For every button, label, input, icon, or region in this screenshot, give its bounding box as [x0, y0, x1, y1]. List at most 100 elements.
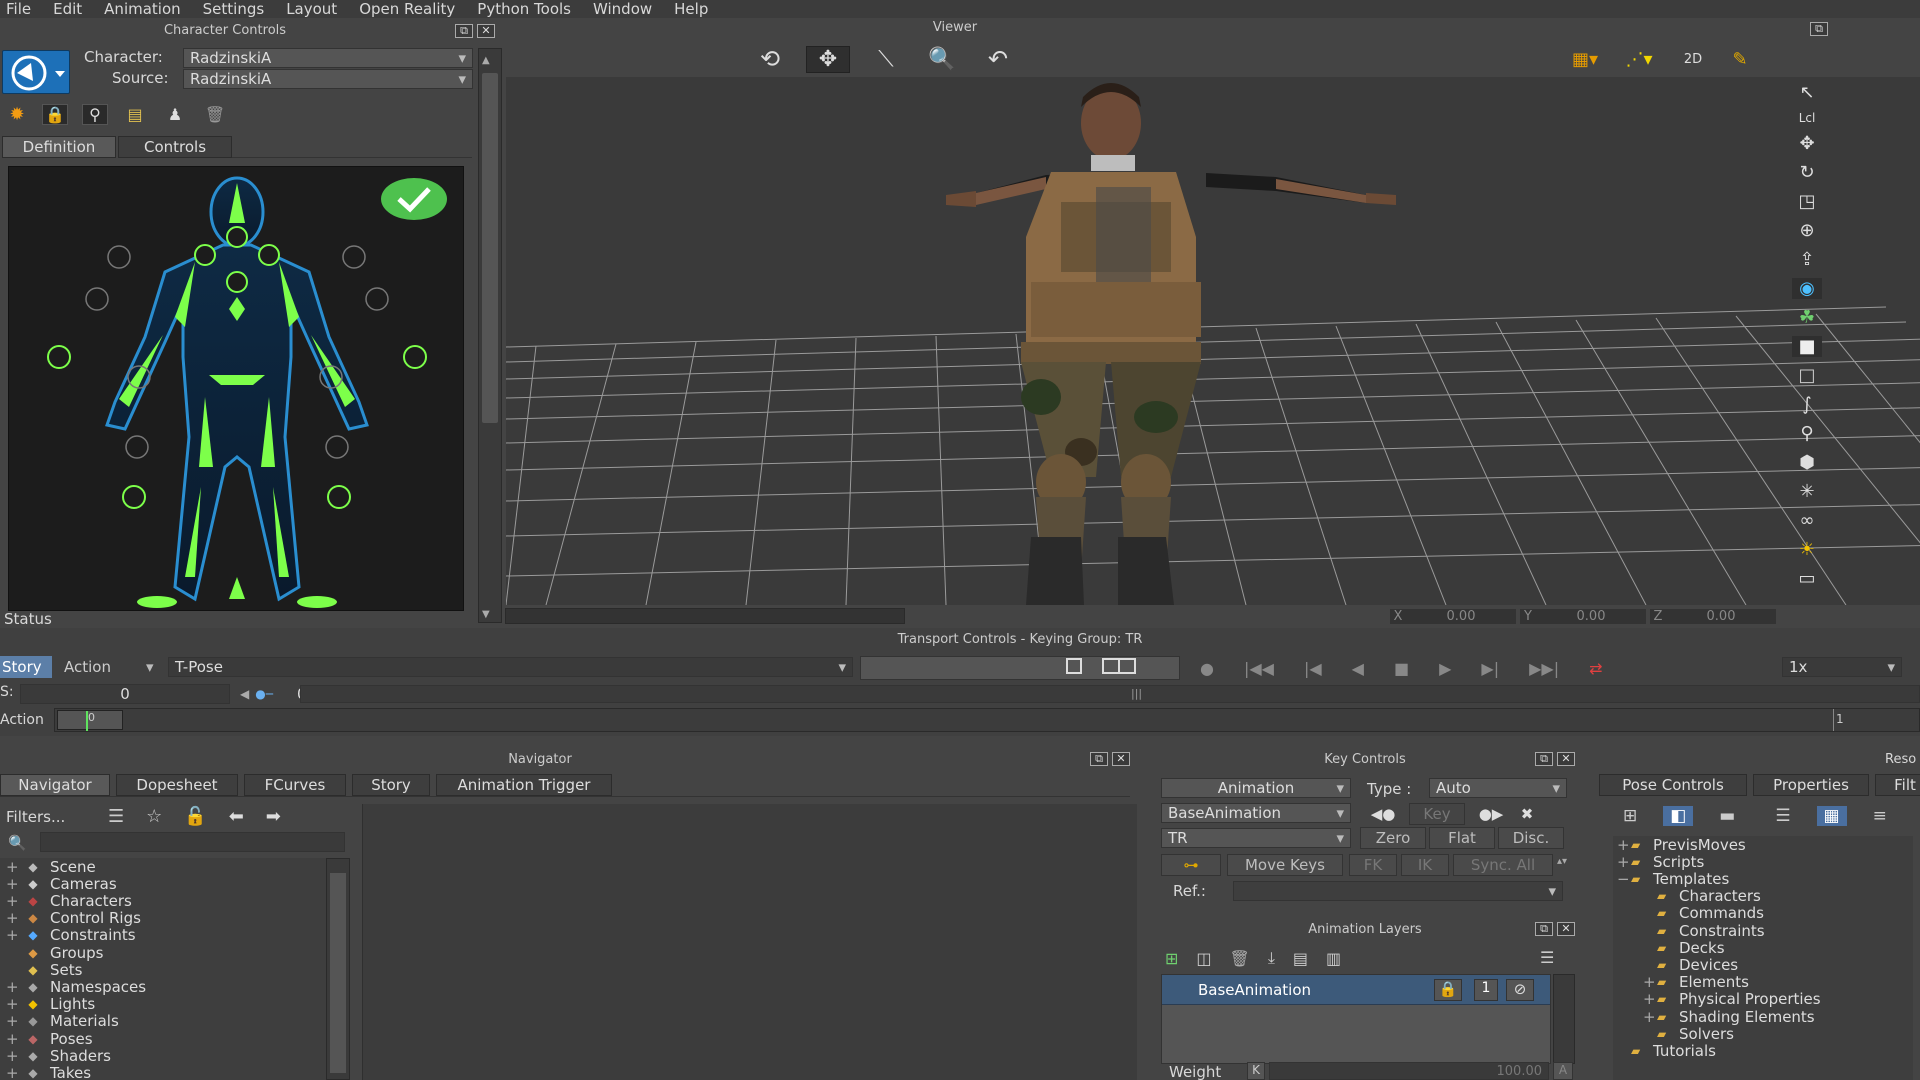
tab-navigator[interactable]: Navigator: [0, 774, 110, 796]
menu-layout[interactable]: Layout: [286, 0, 337, 18]
resource-tree-item[interactable]: ▰ Characters: [1613, 887, 1761, 905]
resource-tree-item[interactable]: ▰ Tutorials: [1613, 1042, 1716, 1060]
menu-settings[interactable]: Settings: [203, 0, 265, 18]
navigator-tree-item[interactable]: ◆ Sets: [0, 961, 82, 979]
resource-tree-item[interactable]: ▰ Constraints: [1613, 922, 1765, 940]
horizontal-view-icon[interactable]: ▬: [1719, 806, 1735, 826]
key-lock-icon[interactable]: ⊶: [1161, 854, 1221, 876]
keying-group-dropdown[interactable]: TR: [1161, 828, 1351, 848]
navigator-tree-item[interactable]: + ◆ Constraints: [0, 926, 136, 944]
character-dropdown[interactable]: RadzinskiA: [183, 48, 473, 68]
play-icon[interactable]: ▶: [1439, 659, 1451, 678]
delete-layer-icon[interactable]: 🗑: [1230, 949, 1250, 968]
record-icon[interactable]: ●: [1200, 659, 1214, 678]
navigator-detail-pane[interactable]: [362, 804, 1137, 1080]
menu-window[interactable]: Window: [593, 0, 652, 18]
resource-tree-item[interactable]: + ▰ Physical Properties: [1613, 990, 1821, 1008]
tab-pose-controls[interactable]: Pose Controls: [1599, 774, 1747, 796]
layer-row-base[interactable]: BaseAnimation 🔒 1 ⊘: [1162, 975, 1550, 1005]
figure-icon[interactable]: ♟: [162, 105, 188, 124]
source-dropdown[interactable]: RadzinskiA: [183, 69, 473, 89]
roll-icon[interactable]: ↶: [978, 45, 1018, 73]
navigator-tree-item[interactable]: + ◆ Control Rigs: [0, 909, 141, 927]
trash-icon[interactable]: 🗑: [202, 105, 228, 124]
camera-view-icon[interactable]: ◉: [1792, 278, 1822, 299]
viewer-float-icon[interactable]: ⧉: [1810, 22, 1828, 36]
expand-icon[interactable]: +: [6, 1047, 22, 1065]
menu-animation[interactable]: Animation: [104, 0, 180, 18]
time-marker[interactable]: 0: [57, 710, 123, 731]
resource-tree-item[interactable]: + ▰ Elements: [1613, 973, 1749, 991]
lock-icon[interactable]: 🔒: [42, 103, 68, 125]
resource-tree-item[interactable]: + ▰ Scripts: [1613, 853, 1704, 871]
resource-tree-item[interactable]: ▰ Commands: [1613, 904, 1764, 922]
expand-icon[interactable]: +: [6, 978, 22, 996]
folder-icon[interactable]: ▤: [122, 105, 148, 124]
tab-animation-trigger[interactable]: Animation Trigger: [436, 774, 612, 796]
zoom-icon[interactable]: 🔍: [922, 47, 962, 72]
take-dropdown[interactable]: T-Pose: [168, 657, 853, 677]
expand-icon[interactable]: +: [1617, 853, 1631, 871]
navigator-tree-item[interactable]: + ◆ Takes: [0, 1064, 91, 1080]
layer-dropdown[interactable]: BaseAnimation: [1161, 803, 1351, 823]
prev-key-button[interactable]: ◀●: [1363, 805, 1403, 823]
next-key-icon[interactable]: ▶|: [1481, 659, 1499, 678]
list-icon[interactable]: ☰: [108, 806, 124, 827]
sync-all-button[interactable]: Sync. All: [1453, 854, 1553, 876]
grid-view-icon[interactable]: ▦: [1816, 806, 1847, 826]
single-view-icon[interactable]: [1066, 658, 1082, 674]
nav-float-icon[interactable]: ⧉: [1090, 752, 1108, 766]
flat-button[interactable]: Flat: [1429, 827, 1495, 849]
layers-float-icon[interactable]: ⧉: [1535, 922, 1553, 936]
dolly-icon[interactable]: ⟍: [866, 47, 906, 72]
orbit-icon[interactable]: ⟲: [750, 45, 790, 73]
character-menu-button[interactable]: [2, 50, 70, 94]
layer-mute-icon[interactable]: ⊘: [1506, 979, 1534, 1001]
next-key-button[interactable]: ●▶: [1471, 805, 1511, 823]
key-float-icon[interactable]: ⧉: [1535, 752, 1553, 766]
speed-dropdown[interactable]: 1x: [1782, 657, 1902, 677]
story-button[interactable]: Story: [0, 656, 52, 678]
expand-icon[interactable]: +: [6, 995, 22, 1013]
expand-icon[interactable]: −: [1617, 870, 1631, 888]
move-keys-button[interactable]: Move Keys: [1227, 854, 1343, 876]
path-icon[interactable]: ⋰▾: [1619, 49, 1659, 70]
nav-close-icon[interactable]: ✕: [1112, 752, 1130, 766]
resource-tree-item[interactable]: + ▰ PrevisMoves: [1613, 836, 1746, 854]
pick-icon[interactable]: ☘: [1799, 307, 1815, 328]
dual-view-icon[interactable]: [1102, 658, 1136, 674]
expand-icon[interactable]: +: [6, 1030, 22, 1048]
character-scrollbar[interactable]: ▲ ▼: [478, 48, 502, 623]
key-close-icon[interactable]: ✕: [1557, 752, 1575, 766]
animation-mode-dropdown[interactable]: Animation: [1161, 778, 1351, 798]
expand-icon[interactable]: +: [6, 875, 22, 893]
navigator-tree-item[interactable]: + ◆ Characters: [0, 892, 132, 910]
navigator-tree-item[interactable]: + ◆ Lights: [0, 995, 95, 1013]
expand-icon[interactable]: +: [6, 858, 22, 876]
export-icon[interactable]: ⇪: [1799, 249, 1814, 270]
tab-fcurves[interactable]: FCurves: [244, 774, 346, 796]
ref-dropdown[interactable]: [1233, 881, 1563, 901]
resource-tree-item[interactable]: ▰ Solvers: [1613, 1025, 1734, 1043]
action-timeline[interactable]: 0 1: [54, 708, 1920, 732]
local-coords-icon[interactable]: Lcl: [1799, 111, 1816, 125]
disc-button[interactable]: Disc.: [1498, 827, 1564, 849]
layers-icon[interactable]: ▤: [1293, 949, 1308, 968]
expand-icon[interactable]: +: [6, 892, 22, 910]
zoom-bar[interactable]: |||: [300, 685, 1920, 703]
translate-icon[interactable]: ✥: [1799, 133, 1814, 154]
rotate-icon[interactable]: ↻: [1799, 162, 1814, 183]
expand-icon[interactable]: +: [6, 909, 22, 927]
cube-icon[interactable]: □: [1798, 365, 1815, 386]
navigator-tree-item[interactable]: + ◆ Shaders: [0, 1047, 111, 1065]
back-arrow-icon[interactable]: ⬅: [229, 806, 244, 827]
tree-view-icon[interactable]: ⊞: [1623, 806, 1637, 826]
list-view-icon[interactable]: ☰: [1775, 806, 1790, 826]
weight-key-button[interactable]: K: [1247, 1062, 1265, 1080]
tab-story[interactable]: Story: [352, 774, 430, 796]
action-dropdown-arrow[interactable]: ▾: [146, 656, 154, 678]
layers-menu-icon[interactable]: ☰: [1540, 948, 1554, 967]
pose-icon[interactable]: ⚲: [82, 103, 108, 125]
expand-icon[interactable]: +: [6, 1012, 22, 1030]
add-layer-icon[interactable]: ⊞: [1165, 949, 1178, 968]
